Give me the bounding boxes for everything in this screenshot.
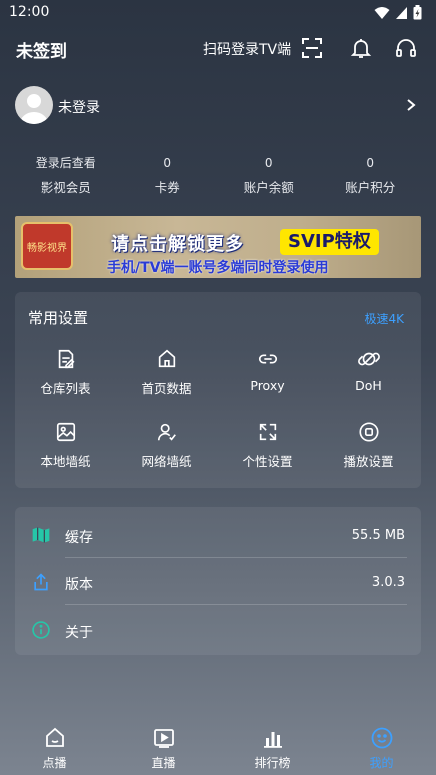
status-time: 12:00 [9,4,50,20]
version-label: 版本 [65,577,93,593]
settings-item-personalize[interactable]: 个性设置 [217,421,318,470]
playback-settings-icon [358,422,379,442]
settings-item-label: 本地墙纸 [40,454,91,469]
profile-icon [371,727,392,749]
signal-icon [396,6,407,19]
stat-balance[interactable]: 0 账户余额 [218,152,320,212]
scan-login-tv-button[interactable]: 扫码登录TV端 [203,39,291,59]
info-circle-icon [32,621,50,639]
settings-item-label: 首页数据 [141,381,192,396]
nav-tab-vod[interactable]: 点播 [0,720,109,775]
brand-logo: 畅影视界 [21,222,73,270]
default-avatar-icon [20,94,48,124]
stat-vip[interactable]: 登录后查看 影视会员 [15,152,117,212]
divider [65,604,407,605]
nav-tab-label: 点播 [42,756,67,770]
settings-item-network-wallpaper[interactable]: 网络墙纸 [116,421,217,470]
banner-subline: 手机/TV端一账号多端同时登录使用 [107,260,329,276]
headset-support-icon[interactable] [394,36,418,60]
settings-item-label: 个性设置 [242,454,293,469]
settings-item-label: DoH [355,378,382,393]
status-icons [374,5,422,20]
settings-item-label: Proxy [250,378,285,393]
battery-icon [413,5,422,20]
nav-tab-live[interactable]: 直播 [109,720,218,775]
repository-list-icon [58,349,75,369]
about-label: 关于 [65,625,93,641]
nav-tab-label: 直播 [151,756,176,770]
settings-title: 常用设置 [28,309,89,327]
ranking-icon [263,732,282,748]
bottom-navigation: 点播 直播 排行榜 我的 [0,720,436,775]
brand-logo-text: 畅影视界 [27,243,67,254]
common-settings-card: 常用设置 极速4K 仓库列表 首页数据 Proxy DoH 本地墙纸 网络墙纸 [15,292,421,488]
settings-item-repository[interactable]: 仓库列表 [15,348,116,397]
stat-value: 0 [366,156,375,170]
live-icon [153,729,174,748]
profile-row[interactable]: 未登录 [0,86,436,128]
notification-bell-icon[interactable] [349,36,373,60]
cache-size-value: 55.5 MB [351,528,405,543]
svip-promo-banner[interactable]: 畅影视界 请点击解锁更多 SVIP特权 手机/TV端一账号多端同时登录使用 [15,216,421,278]
avatar[interactable] [15,86,53,124]
cache-map-icon [32,527,50,543]
home-data-icon [158,349,175,368]
settings-item-home-data[interactable]: 首页数据 [116,348,217,397]
version-value: 3.0.3 [371,575,405,590]
nav-tab-label: 我的 [369,756,394,770]
stat-value: 0 [264,156,273,170]
share-upload-icon [34,573,48,591]
stat-label: 账户余额 [243,180,294,195]
nav-tab-mine[interactable]: 我的 [327,720,436,775]
status-bar: 12:00 [0,0,436,26]
stat-value: 登录后查看 [35,156,96,170]
stat-label: 账户积分 [345,180,396,195]
wifi-icon [374,6,390,19]
checkin-button[interactable]: 未签到 [16,37,67,62]
nav-tab-label: 排行榜 [254,756,291,770]
scan-icon[interactable] [300,36,324,60]
settings-item-label: 网络墙纸 [141,454,192,469]
home-icon [45,727,64,747]
banner-svip-tag: SVIP特权 [280,229,379,255]
login-status-label[interactable]: 未登录 [58,97,100,117]
stat-label: 影视会员 [40,180,91,195]
stat-points[interactable]: 0 账户积分 [320,152,422,212]
app-info-card: 缓存 55.5 MB 版本 3.0.3 关于 [15,507,421,655]
settings-item-local-wallpaper[interactable]: 本地墙纸 [15,421,116,470]
speed-4k-link[interactable]: 极速4K [364,310,404,327]
cache-row[interactable]: 缓存 55.5 MB [15,511,421,557]
account-stats: 登录后查看 影视会员 0 卡券 0 账户余额 0 账户积分 [15,152,421,212]
local-wallpaper-icon [56,422,75,442]
banner-headline: 请点击解锁更多 [111,234,244,255]
personalize-icon [259,423,276,441]
settings-item-proxy[interactable]: Proxy [217,348,318,393]
chevron-right-icon[interactable] [406,98,416,112]
settings-item-label: 播放设置 [343,454,394,469]
proxy-link-icon [258,354,277,364]
top-header: 未签到 扫码登录TV端 [0,28,436,68]
stat-value: 0 [163,156,172,170]
settings-item-doh[interactable]: DoH [318,348,419,393]
doh-link-icon [357,352,380,366]
stat-label: 卡券 [154,180,180,195]
settings-item-playback[interactable]: 播放设置 [318,421,419,470]
nav-tab-ranking[interactable]: 排行榜 [218,720,327,775]
network-wallpaper-icon [157,423,176,441]
stat-coupons[interactable]: 0 卡券 [117,152,219,212]
about-row[interactable]: 关于 [15,606,421,652]
version-row[interactable]: 版本 3.0.3 [15,558,421,604]
cache-label: 缓存 [65,530,93,546]
settings-item-label: 仓库列表 [40,381,91,396]
